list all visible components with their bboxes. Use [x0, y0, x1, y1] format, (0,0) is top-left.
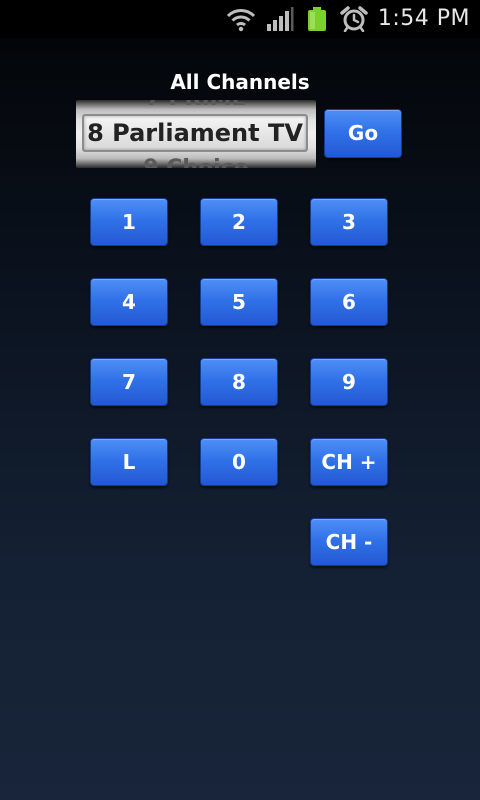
- picker-next-item[interactable]: 9 Choice: [76, 156, 316, 168]
- key-3-button[interactable]: 3: [310, 198, 388, 246]
- battery-icon: [308, 7, 326, 31]
- picker-selected-item[interactable]: 8 Parliament TV: [82, 114, 308, 152]
- key-0-button[interactable]: 0: [200, 438, 278, 486]
- key-8-button[interactable]: 8: [200, 358, 278, 406]
- status-bar: 1:54 PM: [0, 0, 480, 38]
- channel-down-button[interactable]: CH -: [310, 518, 388, 566]
- key-2-button[interactable]: 2: [200, 198, 278, 246]
- key-5-button[interactable]: 5: [200, 278, 278, 326]
- channel-up-button[interactable]: CH +: [310, 438, 388, 486]
- wifi-icon: [226, 9, 256, 32]
- key-9-button[interactable]: 9: [310, 358, 388, 406]
- key-6-button[interactable]: 6: [310, 278, 388, 326]
- key-l-button[interactable]: L: [90, 438, 168, 486]
- status-time: 1:54 PM: [377, 6, 470, 31]
- page-title: All Channels: [170, 70, 310, 94]
- picker-previous-item[interactable]: 7 PRIME: [76, 100, 316, 111]
- alarm-icon: [340, 6, 368, 32]
- signal-icon: [267, 7, 294, 31]
- key-7-button[interactable]: 7: [90, 358, 168, 406]
- channel-picker[interactable]: 7 PRIME 8 Parliament TV 9 Choice: [76, 100, 316, 168]
- key-1-button[interactable]: 1: [90, 198, 168, 246]
- key-4-button[interactable]: 4: [90, 278, 168, 326]
- go-button[interactable]: Go: [324, 109, 402, 158]
